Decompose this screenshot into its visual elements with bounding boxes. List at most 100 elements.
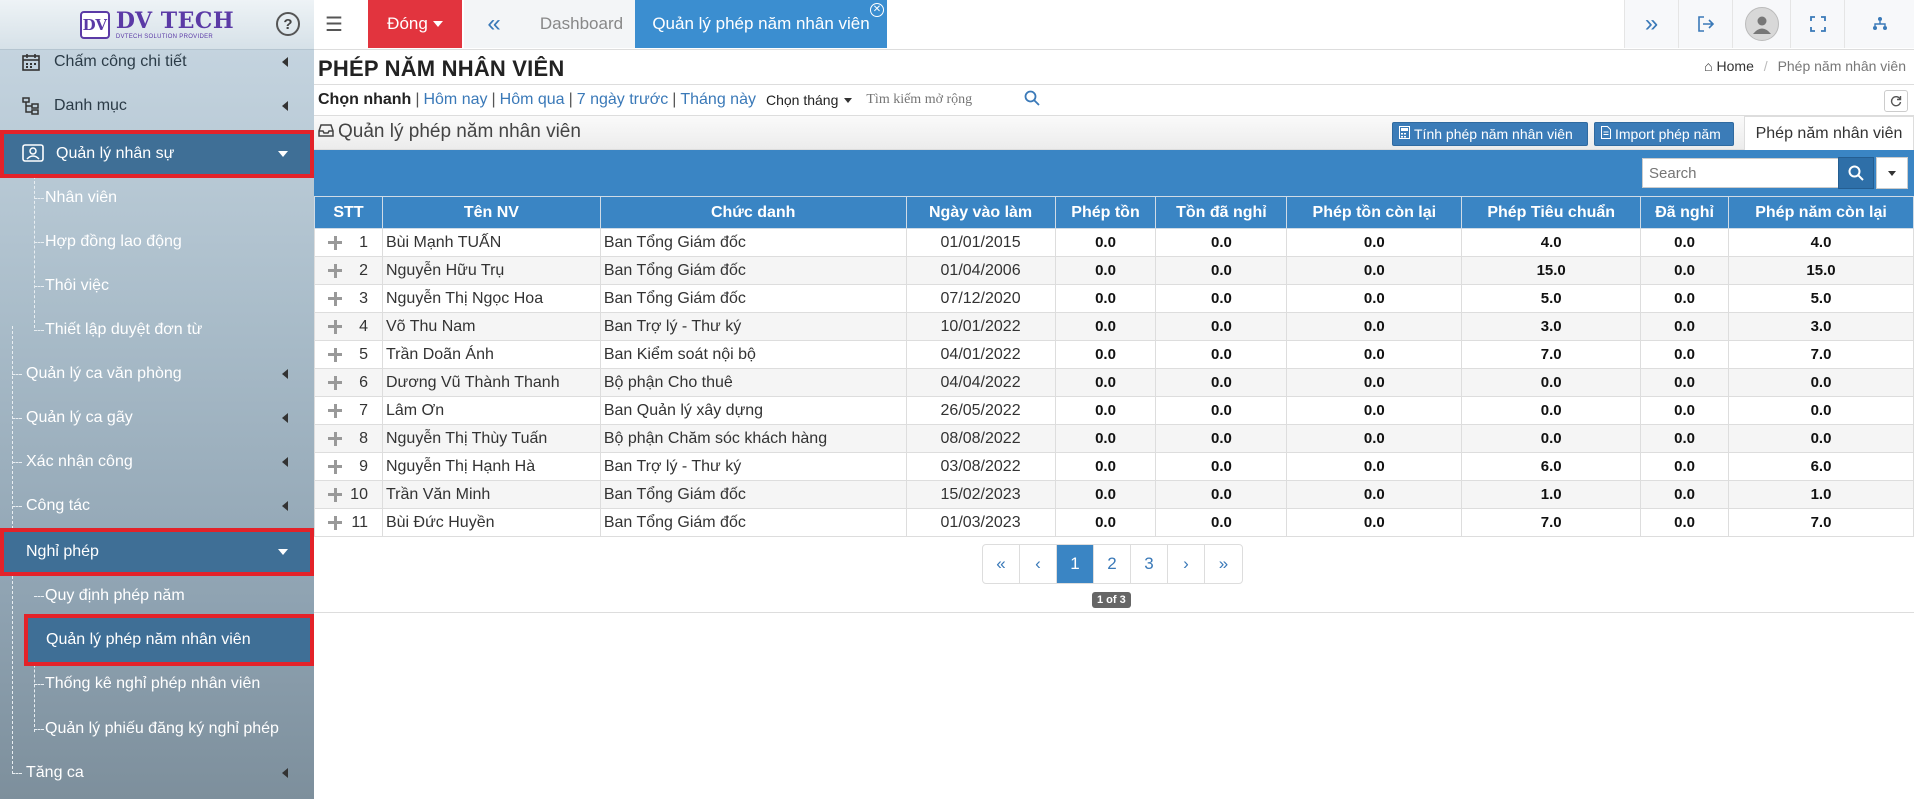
page-3-button[interactable]: 3 bbox=[1131, 545, 1168, 583]
expand-row-icon[interactable] bbox=[328, 376, 342, 390]
expand-row-icon[interactable] bbox=[328, 404, 342, 418]
sidebar-item-thiet-lap-duyet-don-tu[interactable]: Thiết lập duyệt đơn từ bbox=[0, 308, 314, 352]
column-header[interactable]: Chức danh bbox=[599, 196, 907, 229]
leave-table: STT Tên NV Chức danh Ngày vào làm Phép t… bbox=[314, 196, 1914, 537]
quick-select-label: Chọn nhanh bbox=[318, 91, 412, 108]
column-header[interactable]: Phép Tiêu chuẩn bbox=[1461, 196, 1642, 229]
extended-search-input[interactable] bbox=[866, 92, 1017, 108]
tab-dashboard[interactable]: Dashboard bbox=[524, 0, 640, 48]
table-cell: Nguyễn Thị Ngọc Hoa bbox=[381, 284, 601, 313]
table-cell: 5 bbox=[314, 340, 383, 369]
column-header[interactable]: Phép năm còn lại bbox=[1728, 196, 1914, 229]
column-header[interactable]: Tên NV bbox=[381, 196, 601, 229]
menu-toggle-button[interactable]: ☰ bbox=[314, 0, 354, 48]
sidebar-item-thoi-viec[interactable]: Thôi việc bbox=[0, 264, 314, 308]
table-row[interactable]: 2 Nguyễn Hữu Trụ Ban Tổng Giám đốc 01/04/20… bbox=[314, 256, 1914, 285]
expand-row-icon[interactable] bbox=[328, 516, 342, 530]
page-next-button[interactable]: › bbox=[1168, 545, 1205, 583]
table-row[interactable]: 4 Võ Thu Nam Ban Trợ lý - Thư ký 10/01/2022… bbox=[314, 312, 1914, 341]
expand-row-icon[interactable] bbox=[328, 460, 342, 474]
expand-row-icon[interactable] bbox=[328, 488, 342, 502]
choose-month-dropdown[interactable]: Chọn tháng bbox=[766, 92, 853, 108]
search-icon[interactable] bbox=[1024, 90, 1041, 111]
close-dropdown-button[interactable]: Đóng bbox=[368, 0, 462, 48]
table-row[interactable]: 7 Lâm Ơn Ban Quản lý xây dựng 26/05/2022 0.0… bbox=[314, 396, 1914, 425]
filter-yesterday-link[interactable]: Hôm qua bbox=[500, 91, 565, 109]
page-2-button[interactable]: 2 bbox=[1094, 545, 1131, 583]
refresh-button[interactable] bbox=[1884, 90, 1908, 112]
sidebar-item-xac-nhan-cong[interactable]: Xác nhận công bbox=[0, 440, 314, 484]
table-row[interactable]: 8 Nguyễn Thị Thùy Tuấn Bộ phận Chăm sóc kh… bbox=[314, 424, 1914, 453]
page-first-button[interactable]: « bbox=[983, 545, 1020, 583]
expand-row-icon[interactable] bbox=[328, 264, 342, 278]
table-row[interactable]: 1 Bùi Mạnh TUẤN Ban Tổng Giám đốc 01/01/201… bbox=[314, 228, 1914, 257]
page-1-button[interactable]: 1 bbox=[1057, 545, 1094, 583]
table-cell: Dương Vũ Thành Thanh bbox=[381, 368, 601, 397]
filter-this-month-link[interactable]: Tháng này bbox=[680, 91, 756, 109]
org-chart-button[interactable] bbox=[1844, 0, 1914, 48]
grid-search-input[interactable] bbox=[1642, 158, 1842, 188]
table-cell: 11 bbox=[314, 508, 383, 537]
tab-quan-ly-phep-nam-nhan-vien[interactable]: Quản lý phép năm nhân viên ✕ bbox=[635, 0, 887, 48]
page-last-button[interactable]: » bbox=[1205, 545, 1242, 583]
table-cell: 7.0 bbox=[1728, 340, 1914, 369]
column-header[interactable]: Phép tồn bbox=[1054, 196, 1157, 229]
table-row[interactable]: 11 Bùi Đức Huyền Ban Tổng Giám đốc 01/03/20… bbox=[314, 508, 1914, 537]
column-header[interactable]: Phép tồn còn lại bbox=[1286, 196, 1463, 229]
sidebar-item-label: Nhân viên bbox=[45, 189, 118, 206]
sidebar-item-thong-ke-nghi-phep-nhan-vien[interactable]: Thống kê nghỉ phép nhân viên bbox=[0, 662, 314, 706]
scroll-tabs-left-button[interactable]: « bbox=[464, 0, 524, 48]
sidebar-item-quan-ly-ca-van-phong[interactable]: Quản lý ca văn phòng bbox=[0, 352, 314, 396]
expand-row-icon[interactable] bbox=[328, 348, 342, 362]
page-prev-button[interactable]: ‹ bbox=[1020, 545, 1057, 583]
sidebar-item-quan-ly-nhan-su[interactable]: Quản lý nhân sự bbox=[0, 130, 314, 178]
expand-row-icon[interactable] bbox=[328, 432, 342, 446]
sidebar-item-cham-cong-chi-tiet[interactable]: Chấm công chi tiết bbox=[0, 40, 314, 84]
filter-today-link[interactable]: Hôm nay bbox=[423, 91, 487, 109]
calculate-leave-button[interactable]: Tính phép năm nhân viên bbox=[1392, 122, 1588, 146]
sidebar-item-hop-dong-lao-dong[interactable]: Hợp đồng lao động bbox=[0, 220, 314, 264]
table-row[interactable]: 10 Trần Văn Minh Ban Tổng Giám đốc 15/02/20… bbox=[314, 480, 1914, 509]
sidebar-item-label: Hợp đồng lao động bbox=[45, 233, 182, 250]
expand-row-icon[interactable] bbox=[328, 292, 342, 306]
breadcrumb-home[interactable]: Home bbox=[1717, 58, 1754, 74]
sidebar-item-quan-ly-phieu-dang-ky-nghi-phep[interactable]: Quản lý phiếu đăng ký nghỉ phép bbox=[0, 707, 314, 751]
sidebar-item-quan-ly-phep-nam-nhan-vien[interactable]: Quản lý phép năm nhân viên bbox=[24, 614, 314, 666]
grid-options-dropdown[interactable] bbox=[1876, 157, 1908, 189]
tab-close-icon[interactable]: ✕ bbox=[870, 3, 884, 17]
sidebar-item-danh-muc[interactable]: Danh mục bbox=[0, 84, 314, 128]
expand-row-icon[interactable] bbox=[328, 320, 342, 334]
column-header[interactable]: Tồn đã nghỉ bbox=[1155, 196, 1288, 229]
filter-7-days-link[interactable]: 7 ngày trước bbox=[577, 91, 668, 109]
panel-header: Quản lý phép năm nhân viên Tính phép năm… bbox=[314, 116, 1914, 150]
help-icon[interactable]: ? bbox=[276, 12, 300, 36]
row-number: 1 bbox=[359, 233, 368, 251]
column-header[interactable]: Ngày vào làm bbox=[905, 196, 1056, 229]
column-header[interactable]: STT bbox=[314, 196, 383, 229]
sidebar-item-cong-tac[interactable]: Công tác bbox=[0, 484, 314, 528]
table-row[interactable]: 6 Dương Vũ Thành Thanh Bộ phận Cho thuê 04/… bbox=[314, 368, 1914, 397]
logo[interactable]: DV DV TECH DVTECH SOLUTION PROVIDER bbox=[79, 10, 234, 40]
sidebar-item-nghi-phep[interactable]: Nghỉ phép bbox=[0, 528, 314, 576]
table-row[interactable]: 3 Nguyễn Thị Ngọc Hoa Ban Tổng Giám đốc 07/… bbox=[314, 284, 1914, 313]
user-menu-button[interactable] bbox=[1732, 0, 1790, 48]
table-row[interactable]: 5 Trần Doãn Ánh Ban Kiểm soát nội bộ 04/01/… bbox=[314, 340, 1914, 369]
tab-phep-nam-nhan-vien[interactable]: Phép năm nhân viên bbox=[1744, 116, 1914, 150]
expand-row-icon[interactable] bbox=[328, 236, 342, 250]
scroll-tabs-right-button[interactable]: » bbox=[1624, 0, 1678, 48]
logout-button[interactable] bbox=[1678, 0, 1732, 48]
table-cell: 4 bbox=[314, 312, 383, 341]
grid-search-button[interactable] bbox=[1838, 157, 1874, 189]
column-header[interactable]: Đã nghỉ bbox=[1640, 196, 1730, 229]
sitemap-icon bbox=[20, 95, 42, 117]
sidebar-item-quy-dinh-phep-nam[interactable]: Quy định phép năm bbox=[0, 574, 314, 618]
sidebar-item-nhan-vien[interactable]: Nhân viên bbox=[0, 176, 314, 220]
sidebar-item-quan-ly-ca-gay[interactable]: Quản lý ca gãy bbox=[0, 396, 314, 440]
sidebar-item-tang-ca[interactable]: Tăng ca bbox=[0, 751, 314, 795]
table-cell: 8 bbox=[314, 424, 383, 453]
table-row[interactable]: 9 Nguyễn Thị Hạnh Hà Ban Trợ lý - Thư ký 03… bbox=[314, 452, 1914, 481]
table-cell: Bùi Đức Huyền bbox=[381, 508, 601, 537]
sidebar-item-label: Quản lý ca văn phòng bbox=[26, 365, 182, 382]
fullscreen-button[interactable] bbox=[1790, 0, 1844, 48]
import-leave-button[interactable]: Import phép năm bbox=[1594, 122, 1734, 146]
